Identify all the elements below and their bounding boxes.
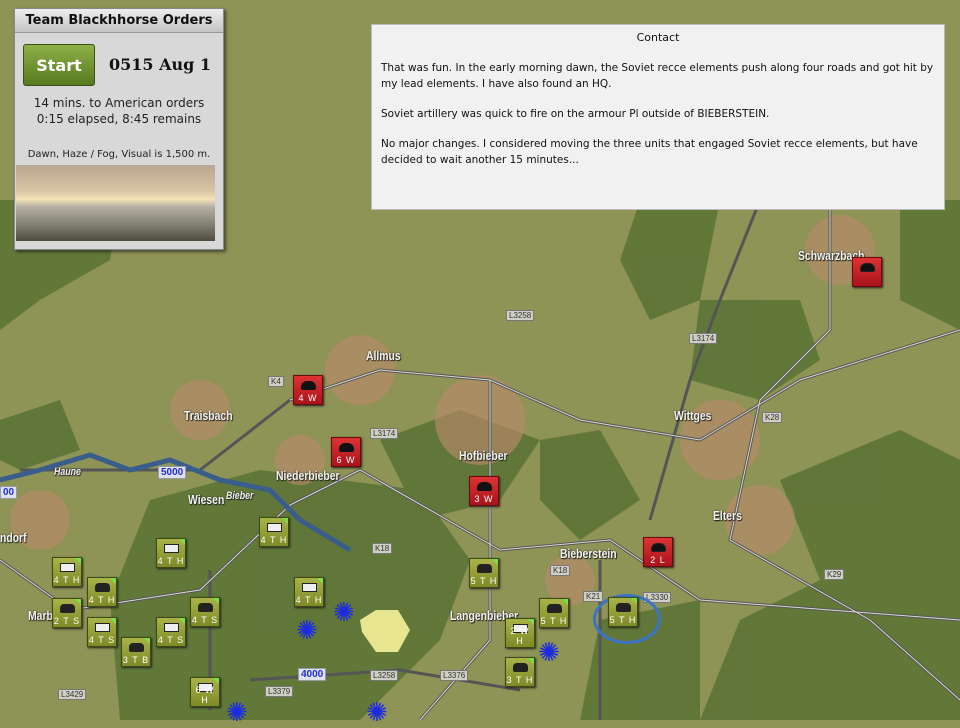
river-label: Bieber [226,490,254,502]
tank-icon [477,564,492,573]
game-clock: 0515 Aug 1 [109,55,212,74]
weather-text: Dawn, Haze / Fog, Visual is 1,500 m. [27,149,211,160]
recon-icon [60,563,75,572]
road-label: K4 [268,376,284,387]
american-unit[interactable]: 5 T H [539,598,569,628]
contact-title: Contact [636,31,680,44]
recon-vehicle-icon [301,381,316,390]
hq-icon [860,263,875,272]
soviet-unit[interactable]: 6 W [331,437,361,467]
town-label: Hofbieber [459,448,508,463]
objective-marker[interactable]: 00 [0,486,18,499]
road-label: L3174 [370,428,399,439]
road-label: L3174 [689,333,718,344]
river-label: Haune [54,466,81,478]
town-label: Bieberstein [560,546,617,561]
road-label: K29 [824,569,845,580]
contact-paragraph: No major changes. I considered moving th… [381,138,918,166]
recon-vehicle-icon [339,443,354,452]
road-label: K18 [550,565,571,576]
american-unit[interactable]: 4 T H [156,538,186,568]
orders-panel: Team Blackhhorse Orders Start 0515 Aug 1… [14,8,224,250]
contact-paragraph: That was fun. In the early morning dawn,… [381,62,934,90]
road-label: L3379 [265,686,294,697]
time-to-orders: 14 mins. to American orders [33,96,205,110]
soviet-unit[interactable]: 3 W [469,476,499,506]
american-unit[interactable]: 6 W H [190,677,220,707]
american-unit[interactable]: 4 T H [52,557,82,587]
tank-icon [129,643,144,652]
road-label: L3258 [370,670,399,681]
american-unit[interactable]: 2 W H [505,618,535,648]
soviet-unit[interactable]: 4 W [293,375,323,405]
town-label: Niederbieber [276,468,340,483]
start-button[interactable]: Start [23,44,95,86]
american-unit[interactable]: 3 T H [505,657,535,687]
town-label: Traisbach [184,408,233,423]
objective-marker[interactable]: 5000 [158,466,187,479]
soviet-hq-unit[interactable] [852,257,882,287]
recon-icon [302,583,317,592]
road-label: L3258 [506,310,535,321]
road-label: K18 [372,543,393,554]
tank-icon [616,603,631,612]
american-unit[interactable]: 5 T H [469,558,499,588]
american-unit[interactable]: 3 T B [121,637,151,667]
american-unit[interactable]: 4 T S [190,597,220,627]
town-label: Wiesen [188,492,225,507]
american-unit[interactable]: 4 T S [156,617,186,647]
american-unit[interactable]: 4 T H [294,577,324,607]
tank-icon [513,663,528,672]
contact-paragraph: Soviet artillery was quick to fire on th… [381,108,770,120]
turn-info: 14 mins. to American orders 0:15 elapsed… [15,95,223,127]
american-unit-selected[interactable]: 5 T H [608,597,638,627]
town-label: Allmus [366,348,401,363]
elapsed-time: 0:15 elapsed, 8:45 remains [36,112,202,126]
tank-icon [547,604,562,613]
artillery-impact-icon: ✺ [296,616,318,646]
road-label: L3376 [440,670,469,681]
road-label: K21 [583,591,604,602]
recon-icon [164,544,179,553]
tank-icon [60,604,75,613]
recon-vehicle-icon [477,482,492,491]
town-label: ndorf [0,530,27,545]
orders-panel-title: Team Blackhhorse Orders [15,9,223,33]
artillery-impact-icon: ✺ [333,598,355,628]
road-label: K28 [762,412,783,423]
tank-icon [198,603,213,612]
artillery-impact-icon: ✺ [226,698,248,728]
american-unit[interactable]: 4 T H [87,577,117,607]
recon-icon [95,623,110,632]
recon-icon [164,623,179,632]
tank-icon [95,583,110,592]
town-label: Wittges [674,408,712,423]
artillery-impact-icon: ✺ [366,698,388,728]
truck-icon [651,543,666,552]
american-unit[interactable]: 4 T S [87,617,117,647]
american-unit[interactable]: 4 T H [259,517,289,547]
contact-panel: Contact That was fun. In the early morni… [371,24,945,210]
weather-image [16,165,215,241]
road-label: L3429 [58,689,87,700]
artillery-impact-icon: ✺ [538,638,560,668]
recon-icon [267,523,282,532]
objective-marker[interactable]: 4000 [298,668,327,681]
town-label: Elters [713,508,742,523]
american-unit[interactable]: 2 T S [52,598,82,628]
soviet-unit[interactable]: 2 L [643,537,673,567]
